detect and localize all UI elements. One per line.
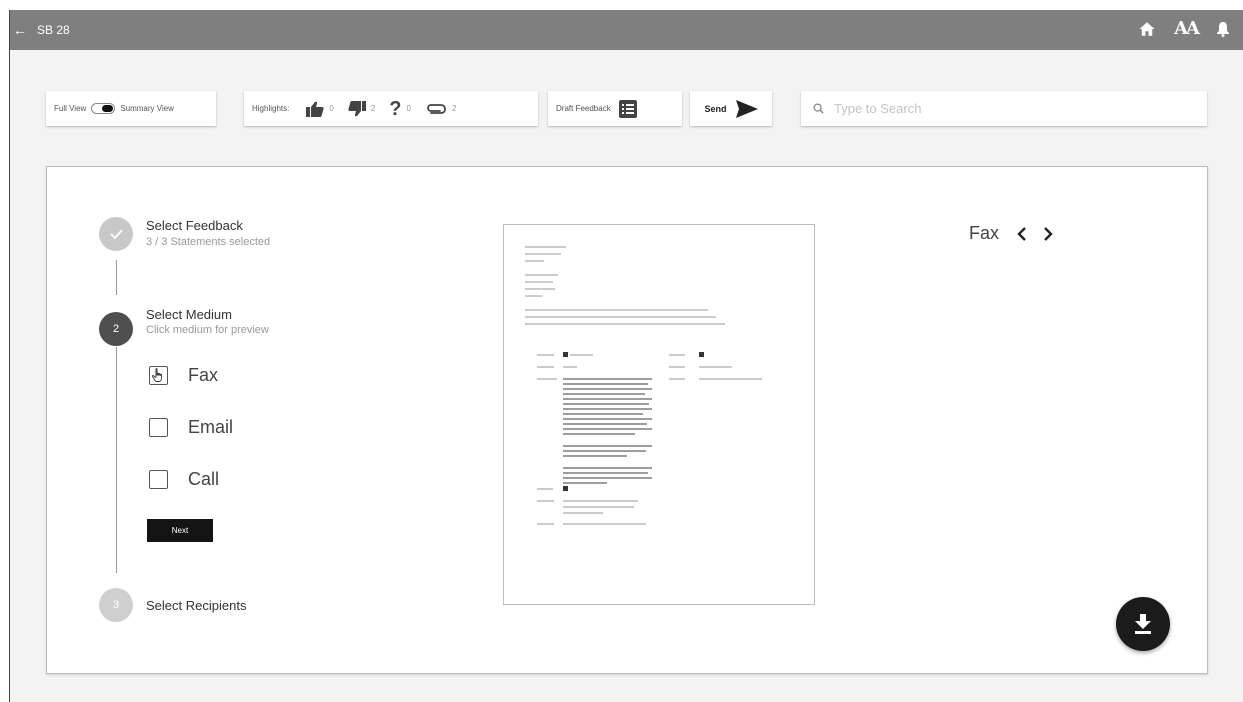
question-icon: ? (389, 97, 402, 120)
thumbs-up-icon (306, 101, 324, 117)
thumbs-up-count: 0 (329, 104, 334, 113)
send-feedback-card: Select Feedback 3 / 3 Statements selecte… (46, 166, 1208, 674)
medium-option-email[interactable]: Email (149, 417, 233, 438)
step-2-indicator: 2 (99, 312, 133, 346)
fax-preview-document (503, 224, 815, 605)
thumbs-down-icon (348, 100, 366, 116)
search-input[interactable] (834, 101, 1164, 116)
app-frame: ← SB 28 AA Full View Summary View Highli… (9, 10, 1243, 702)
preview-medium-nav: Fax (969, 223, 1053, 244)
step-connector (116, 347, 117, 573)
call-checkbox[interactable] (149, 470, 168, 489)
top-bar-actions: AA (1138, 18, 1230, 39)
highlights-group: Highlights: 0 2 ? 0 2 (244, 91, 538, 126)
send-button[interactable]: Send (690, 91, 772, 126)
full-view-label: Full View (54, 104, 87, 113)
send-label: Send (704, 103, 727, 114)
hand-pointer-icon (151, 368, 162, 382)
paperclip-icon (427, 103, 446, 114)
step-3-title: Select Recipients (146, 598, 247, 613)
arrow-left-icon[interactable]: ← (13, 22, 37, 38)
step-1-title: Select Feedback (146, 218, 243, 233)
highlight-attachment[interactable]: 2 (425, 103, 456, 115)
preview-medium-label: Fax (969, 223, 1000, 243)
bell-icon[interactable] (1216, 21, 1230, 37)
step-connector (116, 260, 117, 295)
send-icon (735, 99, 758, 118)
step-1-subtitle: 3 / 3 Statements selected (146, 236, 271, 248)
highlight-question[interactable]: ? 0 (389, 99, 411, 119)
email-checkbox[interactable] (149, 418, 168, 437)
chevron-right-icon[interactable] (1043, 226, 1053, 241)
question-count: 0 (406, 104, 411, 113)
top-bar: ← SB 28 AA (10, 10, 1243, 50)
home-icon[interactable] (1138, 20, 1156, 38)
step-1-complete-indicator (99, 217, 133, 251)
page-title: SB 28 (37, 23, 70, 37)
chevron-left-icon[interactable] (1017, 226, 1027, 241)
fax-label: Fax (188, 365, 219, 385)
call-label: Call (188, 469, 220, 489)
highlight-thumbs-down[interactable]: 2 (348, 100, 376, 117)
highlight-thumbs-up[interactable]: 0 (306, 101, 334, 117)
highlights-label: Highlights: (252, 104, 290, 113)
next-button[interactable]: Next (147, 519, 213, 542)
view-toggle-group: Full View Summary View (46, 91, 216, 126)
download-icon (1135, 614, 1151, 634)
search-box (801, 91, 1207, 126)
view-toggle[interactable] (91, 103, 116, 114)
font-size-icon[interactable]: AA (1174, 18, 1200, 39)
email-label: Email (188, 417, 234, 437)
draft-feedback-label: Draft Feedback (556, 104, 611, 113)
download-button[interactable] (1116, 597, 1170, 651)
attachment-count: 2 (451, 104, 457, 113)
thumbs-down-count: 2 (370, 104, 376, 113)
step-2-subtitle: Click medium for preview (146, 324, 269, 336)
fax-checkbox[interactable] (149, 366, 168, 385)
draft-feedback-button[interactable]: Draft Feedback (548, 91, 682, 126)
step-2-title: Select Medium (146, 307, 232, 322)
list-icon (618, 99, 637, 118)
search-icon (813, 103, 824, 114)
medium-option-fax[interactable]: Fax (149, 365, 218, 386)
medium-option-call[interactable]: Call (149, 469, 219, 490)
step-3-indicator: 3 (99, 588, 133, 622)
check-icon (109, 229, 123, 239)
summary-view-label: Summary View (120, 104, 174, 113)
